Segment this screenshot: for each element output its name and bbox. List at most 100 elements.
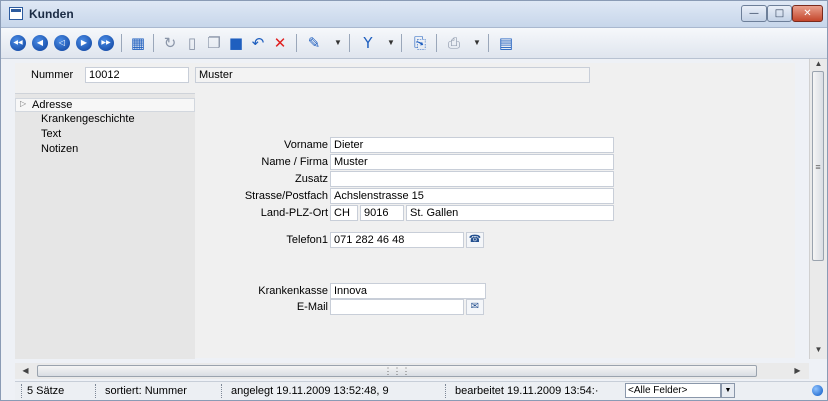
land-field[interactable]: CH — [330, 205, 358, 221]
prev-page-icon: ◀ — [32, 35, 48, 51]
toolbar-separator — [349, 34, 350, 52]
zusatz-label: Zusatz — [294, 173, 328, 185]
nav-item-text[interactable]: Text — [41, 128, 61, 140]
last-icon: ▶▶ — [98, 35, 114, 51]
copy-button[interactable]: ❐ — [205, 34, 223, 52]
lookup-icon: ⎘ — [413, 34, 426, 52]
first-record-button[interactable]: ◀◀ — [9, 34, 27, 52]
vertical-scroll-thumb[interactable]: ≡ — [812, 71, 824, 261]
delete-button[interactable]: ✕ — [271, 34, 289, 52]
vorname-field[interactable]: Dieter — [330, 137, 614, 153]
prev-icon: ◁ — [54, 35, 70, 51]
status-bar: 5 Sätze sortiert: Nummer angelegt 19.11.… — [15, 381, 827, 400]
nav-item-adresse[interactable]: ▷ Adresse — [15, 98, 195, 112]
record-header: Nummer 10012 Muster — [15, 63, 795, 89]
record-content: Nummer 10012 Muster ▷ Adresse Krankenges… — [15, 63, 795, 359]
scroll-left-icon[interactable]: ◀ — [17, 366, 34, 375]
filter-dropdown-icon[interactable]: ▼ — [387, 38, 395, 47]
krankenkasse-field[interactable]: Innova — [330, 283, 486, 299]
notes-button[interactable]: ▤ — [497, 34, 515, 52]
lookup-button[interactable]: ⎘ — [411, 34, 429, 52]
ort-field[interactable]: St. Gallen — [406, 205, 614, 221]
land-plz-ort-label: Land-PLZ-Ort — [260, 207, 328, 219]
status-separator — [95, 384, 97, 398]
new-record-button[interactable]: ▯ — [183, 34, 201, 52]
toolbar-separator — [401, 34, 402, 52]
print-dropdown-icon[interactable]: ▼ — [473, 38, 481, 47]
first-icon: ◀◀ — [10, 35, 26, 51]
plz-field[interactable]: 9016 — [360, 205, 404, 221]
toolbar-separator — [153, 34, 154, 52]
strasse-field[interactable]: Achslenstrasse 15 — [330, 188, 614, 204]
telefon-field[interactable]: 071 282 46 48 — [330, 232, 464, 248]
zusatz-field[interactable] — [330, 171, 614, 187]
nav-item-label: Adresse — [32, 99, 73, 111]
title-bar: Kunden — □ ✕ — [1, 1, 827, 28]
last-record-button[interactable]: ▶▶ — [97, 34, 115, 52]
toolbar-separator — [121, 34, 122, 52]
email-label: E-Mail — [296, 301, 328, 313]
status-separator — [21, 384, 23, 398]
toolbar-separator — [436, 34, 437, 52]
filter-icon: Y — [363, 34, 373, 52]
scroll-up-icon[interactable]: ▲ — [810, 59, 827, 68]
toolbar-separator — [296, 34, 297, 52]
grip-icon: ≡ — [815, 162, 821, 172]
app-window: Kunden — □ ✕ ◀◀ ◀ ◁ ▶ ▶▶ ▦ ↻ ▯ ❐ ■ ↶ ✕ ✎… — [0, 0, 828, 401]
chevron-down-icon[interactable]: ▼ — [721, 383, 735, 398]
horizontal-scrollbar[interactable]: ◀ ⋮⋮⋮ ▶ — [15, 363, 809, 379]
window-icon — [9, 7, 23, 20]
table-view-icon: ▦ — [130, 34, 146, 52]
name-field[interactable]: Muster — [330, 154, 614, 170]
email-icon: ✉ — [470, 301, 480, 312]
prev-record-button[interactable]: ◁ — [53, 34, 71, 52]
next-record-button[interactable]: ▶ — [75, 34, 93, 52]
status-separator — [445, 384, 447, 398]
phone-icon: ☎ — [468, 234, 482, 245]
save-icon: ■ — [228, 34, 244, 52]
nav-item-krankengeschichte[interactable]: Krankengeschichte — [41, 113, 135, 125]
krankenkasse-label: Krankenkasse — [258, 285, 328, 297]
sort-status: sortiert: Nummer — [105, 385, 187, 397]
refresh-icon: ↻ — [163, 34, 177, 52]
wand-dropdown-icon[interactable]: ▼ — [334, 38, 342, 47]
nav-item-notizen[interactable]: Notizen — [41, 143, 78, 155]
field-filter-select[interactable]: <Alle Felder> — [625, 383, 721, 398]
minimize-button[interactable]: — — [741, 5, 767, 22]
filter-button[interactable]: Y — [359, 34, 377, 52]
maximize-button[interactable]: □ — [767, 5, 792, 22]
scroll-right-icon[interactable]: ▶ — [789, 366, 806, 375]
status-separator — [221, 384, 223, 398]
nummer-label: Nummer — [31, 69, 74, 81]
window-title: Kunden — [29, 7, 74, 21]
undo-button[interactable]: ↶ — [249, 34, 267, 52]
close-button[interactable]: ✕ — [792, 5, 823, 22]
undo-icon: ↶ — [251, 34, 265, 52]
dial-phone-button[interactable]: ☎ — [466, 232, 484, 248]
prev-page-button[interactable]: ◀ — [31, 34, 49, 52]
vertical-scrollbar[interactable]: ▲ ≡ ▼ — [809, 59, 827, 359]
save-button[interactable]: ■ — [227, 34, 245, 52]
refresh-button[interactable]: ↻ — [161, 34, 179, 52]
delete-icon: ✕ — [273, 34, 287, 52]
next-icon: ▶ — [76, 35, 92, 51]
nummer-field[interactable]: 10012 — [85, 67, 189, 83]
print-button[interactable]: ⎙ — [445, 34, 463, 52]
record-count: 5 Sätze — [27, 385, 65, 397]
send-email-button[interactable]: ✉ — [466, 299, 484, 315]
created-timestamp: angelegt 19.11.2009 13:52:48, 9 — [231, 385, 389, 397]
vorname-label: Vorname — [283, 139, 328, 151]
wand-button[interactable]: ✎ — [305, 34, 323, 52]
email-field[interactable] — [330, 299, 464, 315]
table-view-button[interactable]: ▦ — [129, 34, 147, 52]
globe-icon — [812, 385, 823, 396]
telefon-label: Telefon1 — [286, 234, 328, 246]
scroll-down-icon[interactable]: ▼ — [810, 345, 827, 354]
toolbar-separator — [488, 34, 489, 52]
horizontal-scroll-thumb[interactable]: ⋮⋮⋮ — [37, 365, 757, 377]
strasse-label: Strasse/Postfach — [244, 190, 328, 202]
wand-icon: ✎ — [307, 34, 321, 52]
new-record-icon: ▯ — [187, 34, 197, 52]
edited-timestamp: bearbeitet 19.11.2009 13:54:· — [455, 385, 599, 397]
expand-arrow-icon: ▷ — [20, 99, 27, 108]
